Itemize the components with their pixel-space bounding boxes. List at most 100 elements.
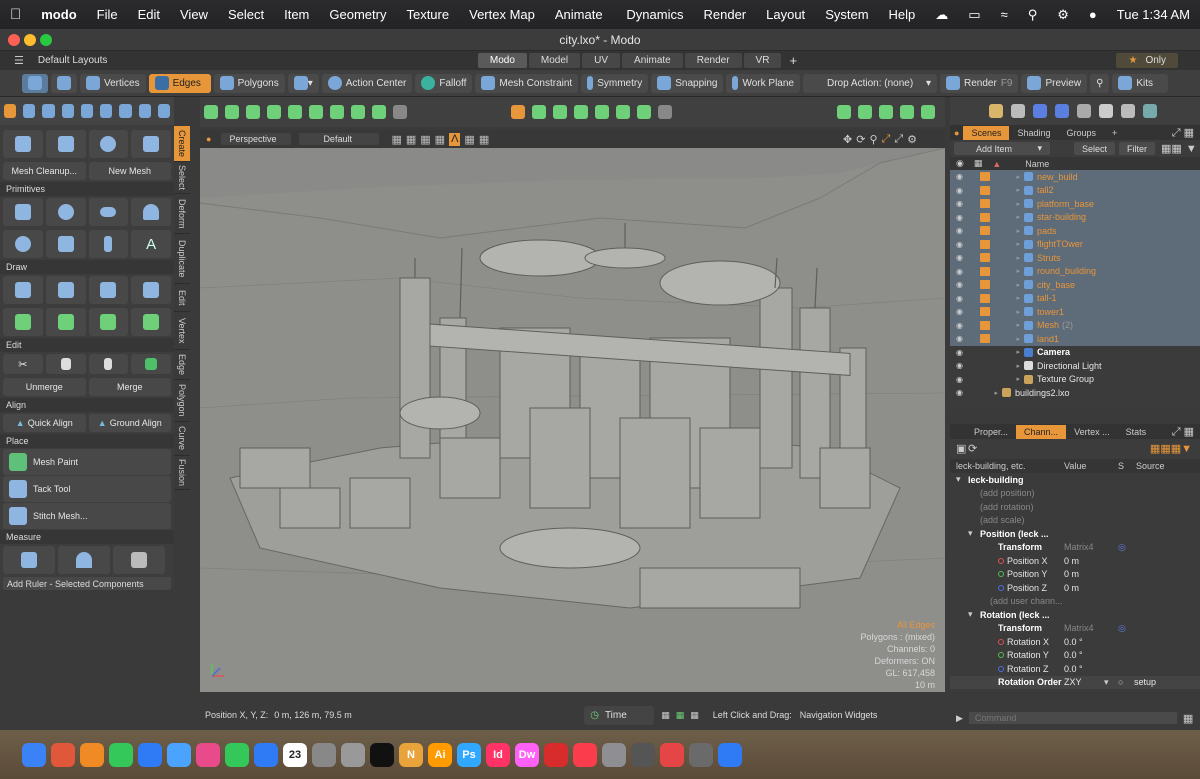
eye-icon[interactable]: ◉ xyxy=(956,294,968,303)
channel-row[interactable]: Rotation (leck ... ▾ xyxy=(950,608,1200,622)
vertices-mode-button[interactable]: Vertices xyxy=(80,73,146,93)
tube-tool[interactable] xyxy=(88,230,129,258)
lock-icon[interactable] xyxy=(980,293,990,303)
pin-column-icon[interactable]: ▲ xyxy=(992,159,1001,169)
grid-icon[interactable]: ▦ xyxy=(406,133,416,146)
vp-tool-4-icon[interactable] xyxy=(267,105,281,119)
dock-app-icon[interactable]: Id xyxy=(486,742,510,767)
lock-icon[interactable] xyxy=(980,253,990,263)
menu-select[interactable]: Select xyxy=(218,7,274,22)
eye-icon[interactable]: ◉ xyxy=(956,334,968,343)
channel-row[interactable]: Transform Matrix4 ◎ xyxy=(950,622,1200,636)
section-primitives[interactable]: Primitives xyxy=(0,182,174,196)
maximize-icon[interactable]: ⤢ xyxy=(894,133,903,146)
channel-s-header[interactable]: S xyxy=(1118,461,1124,471)
channel-value[interactable]: 0.0 ° xyxy=(1064,650,1083,660)
unmerge-button[interactable]: Unmerge xyxy=(3,378,86,396)
channel-row[interactable]: (add position) xyxy=(950,487,1200,501)
item-icon-2[interactable] xyxy=(1011,104,1025,118)
dock-app-icon[interactable] xyxy=(22,742,46,767)
vp-mid-add-icon[interactable] xyxy=(658,105,672,119)
list-options-icon[interactable]: ▦▦ xyxy=(1161,142,1182,155)
menu-help[interactable]: Help xyxy=(879,7,926,22)
vp-mid-1-icon[interactable] xyxy=(511,105,525,119)
dock-app-icon[interactable] xyxy=(225,742,249,767)
lock-icon[interactable] xyxy=(980,388,990,397)
transform-tool[interactable] xyxy=(45,130,86,158)
new-mesh-button[interactable]: New Mesh xyxy=(88,162,171,180)
dock-app-icon[interactable] xyxy=(196,742,220,767)
vp-right-3-icon[interactable] xyxy=(879,105,893,119)
spline-tool[interactable] xyxy=(88,308,129,336)
pen-tool[interactable] xyxy=(3,276,43,304)
timeline-icon[interactable]: ▦ xyxy=(661,710,670,721)
eye-icon[interactable]: ◉ xyxy=(956,267,968,276)
lock-icon[interactable] xyxy=(980,361,990,370)
command-history-icon[interactable]: ▦ xyxy=(1183,712,1193,725)
dock-app-icon[interactable] xyxy=(660,742,684,767)
ruler-tool[interactable] xyxy=(3,546,55,574)
effects-icon[interactable]: ▦ xyxy=(464,133,474,146)
eye-icon[interactable]: ◉ xyxy=(956,375,968,384)
rotate-icon[interactable] xyxy=(61,104,74,118)
vp-right-add-icon[interactable] xyxy=(921,105,935,119)
layout-tab-uv[interactable]: UV xyxy=(582,53,621,68)
material-mode-button[interactable]: ▾ xyxy=(287,73,319,93)
item-icon-5[interactable] xyxy=(1077,104,1091,118)
layout-tab-modo[interactable]: Modo xyxy=(477,53,527,68)
add-ruler-button[interactable]: Add Ruler - Selected Components xyxy=(3,577,171,590)
scene-item-row[interactable]: ◉ ▸ tower1 xyxy=(950,305,1200,319)
refresh-icon[interactable]: ⟳ xyxy=(968,442,977,455)
lock-icon[interactable] xyxy=(980,212,990,222)
dock-app-icon[interactable] xyxy=(602,742,626,767)
expand-icon[interactable]: ▾ xyxy=(968,528,973,539)
expand-icon[interactable]: ▾ xyxy=(968,609,973,620)
scene-item-row[interactable]: ◉ ▸ Camera xyxy=(950,346,1200,360)
scene-item-row[interactable]: ◉ ▸ Texture Group xyxy=(950,373,1200,387)
scene-item-row[interactable]: ◉ ▸ Struts xyxy=(950,251,1200,265)
transform-icon[interactable] xyxy=(23,104,36,118)
merge-tool[interactable] xyxy=(131,354,171,374)
tab-vertex-maps[interactable]: Vertex ... xyxy=(1066,425,1118,439)
channel-row[interactable]: (add user chann... xyxy=(950,595,1200,609)
dock-app-icon[interactable]: Ps xyxy=(457,742,481,767)
menu-vertex-map[interactable]: Vertex Map xyxy=(459,7,545,22)
channel-row[interactable]: (add rotation) xyxy=(950,500,1200,514)
protractor-tool[interactable] xyxy=(58,546,110,574)
lock-icon[interactable] xyxy=(980,266,990,276)
channel-view-icons[interactable]: ▦▦▦▼ xyxy=(1150,442,1192,455)
search-icon[interactable]: ⚲ xyxy=(1018,7,1048,23)
eye-icon[interactable]: ◉ xyxy=(956,253,968,262)
vp-tool-5-icon[interactable] xyxy=(288,105,302,119)
add-item-dropdown[interactable]: Add Item ▾ xyxy=(954,142,1050,155)
vp-right-1-icon[interactable] xyxy=(837,105,851,119)
dock-app-icon[interactable] xyxy=(167,742,191,767)
dock-app-icon[interactable] xyxy=(80,742,104,767)
scene-item-row[interactable]: ◉ ▸ land1 xyxy=(950,332,1200,346)
snap-tool-icon[interactable] xyxy=(4,104,17,118)
vtab-select[interactable]: Select xyxy=(174,162,190,194)
mesh-cleanup-button[interactable]: Mesh Cleanup... xyxy=(3,162,86,180)
time-button[interactable]: ◷ Time xyxy=(584,705,655,725)
eye-icon[interactable]: ◉ xyxy=(956,240,968,249)
channel-value[interactable]: Matrix4 xyxy=(1064,542,1094,552)
lock-icon[interactable] xyxy=(980,375,990,384)
sketch-tool[interactable] xyxy=(45,276,86,304)
element-move-icon[interactable] xyxy=(100,104,113,118)
viewport-menu-icon[interactable]: ● xyxy=(206,134,211,144)
section-measure[interactable]: Measure xyxy=(0,530,174,544)
item-icon-4[interactable] xyxy=(1055,104,1069,118)
dock-app-icon[interactable] xyxy=(689,742,713,767)
viewport-settings-icon[interactable]: ⚙ xyxy=(907,133,917,146)
layout-tab-vr[interactable]: VR xyxy=(743,53,782,68)
zoom-icon[interactable]: ⚲ xyxy=(869,133,877,146)
channel-row[interactable]: Rotation Y 0.0 ° xyxy=(950,649,1200,663)
menu-layout[interactable]: Layout xyxy=(756,7,815,22)
sculpt-icon[interactable] xyxy=(138,104,151,118)
vp-tool-7-icon[interactable] xyxy=(330,105,344,119)
channel-dot-icon[interactable] xyxy=(998,571,1004,578)
channel-row[interactable]: Rotation Order ZXY ▾ ○ setup xyxy=(950,675,1200,689)
lock-icon[interactable]: ▣ xyxy=(956,442,966,455)
vp-right-4-icon[interactable] xyxy=(900,105,914,119)
graph-icon[interactable]: ▦ xyxy=(690,710,699,721)
